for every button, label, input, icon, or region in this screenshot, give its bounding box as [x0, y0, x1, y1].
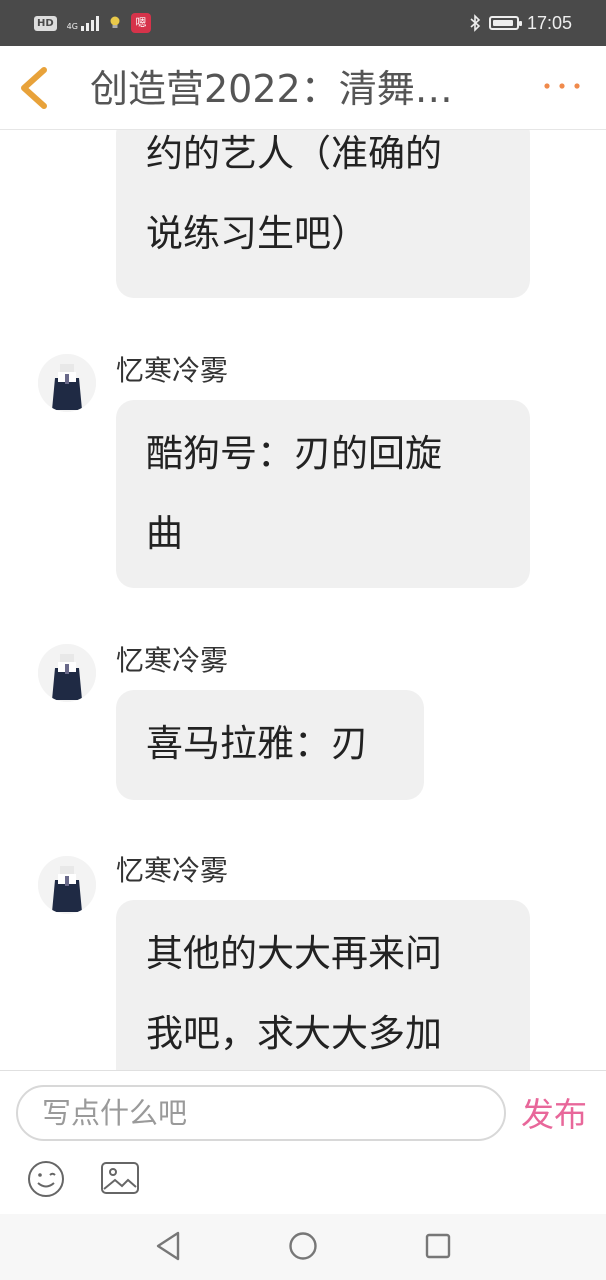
signal-icon: 4G [67, 15, 99, 31]
lightbulb-icon [110, 16, 120, 28]
avatar[interactable] [38, 354, 96, 412]
status-bar: HD 4G 嗯 17:05 [0, 0, 606, 46]
chat-header: 创造营2022：清舞… [0, 46, 606, 130]
message-line: 曲 [146, 512, 183, 555]
message-line: 说练习生吧） [146, 212, 368, 255]
app-notification-icon: 嗯 [130, 13, 151, 33]
message-line: 我吧，求大大多加 [146, 1012, 442, 1055]
message-line: 酷狗号：刃的回旋 [146, 432, 442, 475]
avatar[interactable] [38, 644, 96, 702]
avatar-image [38, 644, 96, 702]
message-line: 其他的大大再来问 [146, 932, 442, 975]
chevron-left-icon[interactable] [14, 64, 58, 112]
message-line: 约的艺人（准确的 [146, 132, 442, 175]
message-bubble[interactable]: 喜马拉雅：刃 [116, 690, 424, 800]
message-bubble[interactable]: 约的艺人（准确的 说练习生吧） [116, 130, 530, 298]
message-line: 喜马拉雅：刃 [146, 722, 368, 765]
hd-icon: HD [34, 15, 57, 31]
app-screen: HD 4G 嗯 17:05 创造营2022：清舞… 约的艺人（准确的 说练习生吧… [0, 0, 606, 1280]
bluetooth-icon [470, 14, 481, 32]
message-bubble[interactable]: 其他的大大再来问 我吧，求大大多加 [116, 900, 530, 1070]
compose-bar: 发布 [0, 1070, 606, 1214]
avatar[interactable] [38, 856, 96, 914]
battery-icon [488, 16, 522, 30]
avatar-image [38, 354, 96, 412]
publish-button[interactable]: 发布 [516, 1091, 592, 1139]
system-nav-bar [0, 1214, 606, 1280]
nav-back-triangle-icon[interactable] [154, 1230, 184, 1262]
status-bar-right: 17:05 [469, 11, 572, 35]
sender-name: 忆寒冷雾 [116, 644, 229, 677]
emoji-icon[interactable] [26, 1159, 66, 1199]
network-type-label: 4G [66, 22, 78, 31]
more-dots-icon[interactable] [542, 76, 582, 96]
message-bubble[interactable]: 酷狗号：刃的回旋 曲 [116, 400, 530, 588]
page-title: 创造营2022：清舞… [90, 67, 453, 111]
sender-name: 忆寒冷雾 [116, 854, 229, 887]
chat-messages[interactable]: 约的艺人（准确的 说练习生吧） 忆寒冷雾 酷狗号：刃的回旋 曲 忆寒冷雾 喜马拉… [0, 130, 606, 1070]
nav-recent-square-icon[interactable] [424, 1232, 452, 1260]
comment-input[interactable] [16, 1085, 506, 1141]
status-time: 17:05 [526, 12, 572, 33]
battery-level-fill [492, 20, 513, 26]
nav-home-circle-icon[interactable] [288, 1231, 318, 1261]
image-icon[interactable] [100, 1161, 140, 1197]
status-bar-left: HD 4G 嗯 [34, 12, 151, 34]
sender-name: 忆寒冷雾 [116, 354, 229, 387]
avatar-image [38, 856, 96, 914]
